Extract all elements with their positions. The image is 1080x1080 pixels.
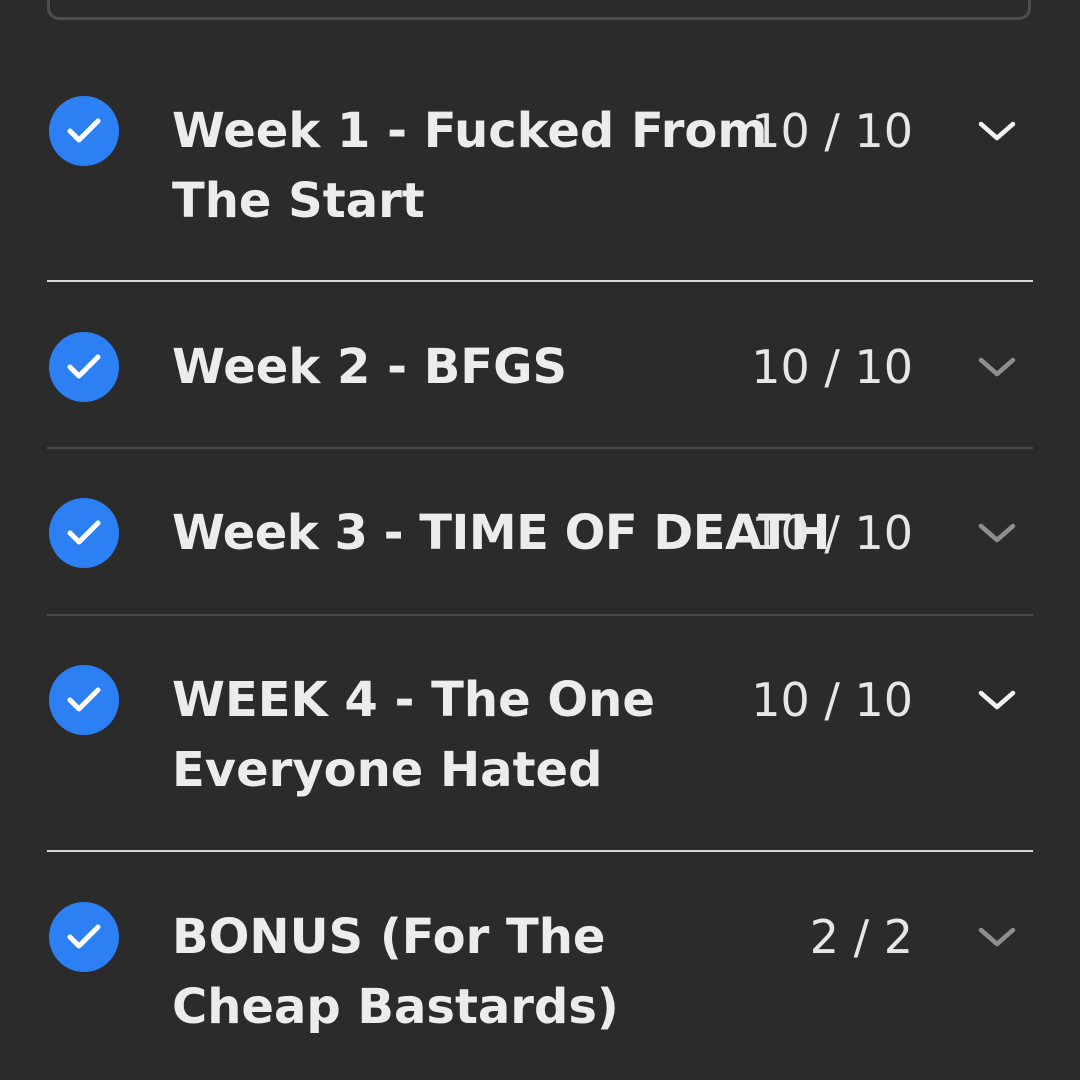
section-count: 2 / 2 (809, 910, 913, 964)
section-title: Week 3 - TIME OF DEATH (172, 505, 830, 561)
divider (47, 850, 1033, 852)
chevron-down-icon[interactable] (975, 332, 1019, 402)
section-count: 10 / 10 (751, 673, 913, 727)
section-count: 10 / 10 (751, 340, 913, 394)
section-count: 10 / 10 (751, 104, 913, 158)
checkmark-circle-icon (49, 96, 119, 166)
chevron-down-icon[interactable] (975, 902, 1019, 972)
divider (47, 447, 1033, 449)
section-title: WEEK 4 - The One Everyone Hated (172, 672, 655, 798)
checkmark-circle-icon (49, 332, 119, 402)
chevron-down-icon[interactable] (975, 498, 1019, 568)
chevron-down-icon[interactable] (975, 96, 1019, 166)
section-count: 10 / 10 (751, 506, 913, 560)
section-title: Week 2 - BFGS (172, 339, 568, 395)
top-input-field[interactable] (47, 0, 1031, 20)
divider (47, 280, 1033, 282)
divider (47, 614, 1033, 616)
checkmark-circle-icon (49, 902, 119, 972)
checkmark-circle-icon (49, 665, 119, 735)
section-title: Week 1 - Fucked From The Start (172, 103, 768, 229)
chevron-down-icon[interactable] (975, 665, 1019, 735)
section-title: BONUS (For The Cheap Bastards) (172, 909, 619, 1035)
checkmark-circle-icon (49, 498, 119, 568)
